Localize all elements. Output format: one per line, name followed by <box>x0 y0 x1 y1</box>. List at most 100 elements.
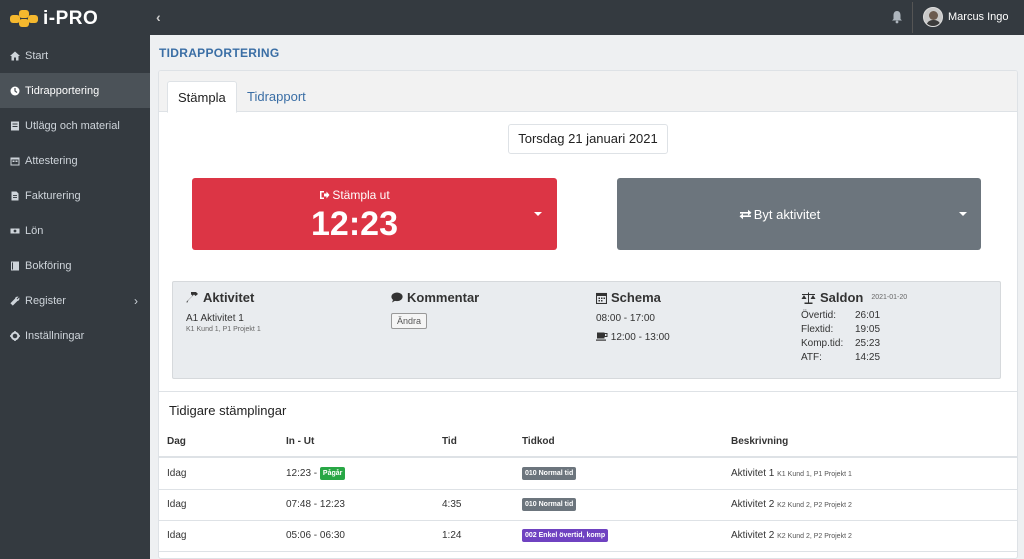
stamp-out-label: Stämpla ut <box>192 188 517 202</box>
column-header: Tid <box>442 436 457 447</box>
sidebar-item-tidrapportering[interactable]: Tidrapportering <box>0 73 150 108</box>
stamp-out-button[interactable]: Stämpla ut 12:23 <box>192 178 557 250</box>
balance-scale-icon <box>801 292 816 304</box>
cell-in-out: 05:06 - 06:30 <box>286 530 345 541</box>
divider <box>159 391 1017 392</box>
sidebar-item-label: Utlägg och material <box>25 119 120 132</box>
hammer-icon <box>186 292 198 303</box>
activity-section: Aktivitet A1 Aktivitet 1 K1 Kund 1, P1 P… <box>186 290 261 333</box>
schedule-break: 12:00 - 13:00 <box>596 332 670 343</box>
schedule-work-hours: 08:00 - 17:00 <box>596 313 655 324</box>
description-sub: K2 Kund 2, P2 Projekt 2 <box>777 533 852 540</box>
cell-day: Idag <box>167 468 187 479</box>
cell-timecode: 002 Enkel övertid, komp <box>522 521 609 551</box>
column-header: Tidkod <box>522 436 555 447</box>
timecode-badge: 010 Normal tid <box>522 497 577 511</box>
description-activity: Aktivitet 1 <box>731 468 775 479</box>
coffee-icon <box>596 332 608 341</box>
table-row[interactable]: Idag 07:48 - 12:23 4:35 010 Normal tid A… <box>159 490 1017 521</box>
sidebar-item-label: Tidrapportering <box>25 84 100 97</box>
date-display[interactable]: Torsdag 21 januari 2021 <box>508 124 668 154</box>
info-panel: Aktivitet A1 Aktivitet 1 K1 Kund 1, P1 P… <box>172 281 1001 379</box>
description-sub: K1 Kund 1, P1 Projekt 1 <box>777 471 852 478</box>
avatar[interactable] <box>923 7 943 27</box>
sidebar-item-bokforing[interactable]: Bokföring <box>0 248 150 283</box>
switch-activity-text: Byt aktivitet <box>753 207 821 222</box>
history-title: Tidigare stämplingar <box>169 403 287 418</box>
balance-row: Komp.tid: 25:23 <box>801 338 907 349</box>
chevron-right-icon: › <box>134 294 138 308</box>
sidebar-item-utlagg[interactable]: Utlägg och material <box>0 108 150 143</box>
sidebar-item-label: Inställningar <box>25 329 85 342</box>
comment-title: Kommentar <box>407 290 480 305</box>
balance-label: ATF: <box>801 352 822 363</box>
description-activity: Aktivitet 2 <box>731 499 775 510</box>
cell-in-out-text: 12:23 - <box>286 468 318 479</box>
sidebar-item-start[interactable]: Start <box>0 38 150 73</box>
sidebar-item-label: Fakturering <box>25 189 81 202</box>
cell-in-out: 12:23 - Pågår <box>286 459 346 489</box>
table-row[interactable]: Idag 05:06 - 06:30 1:24 002 Enkel överti… <box>159 521 1017 552</box>
sidebar-item-label: Lön <box>25 224 44 237</box>
money-icon <box>10 228 20 233</box>
caret-down-icon[interactable] <box>534 212 542 216</box>
balance-row: Flextid: 19:05 <box>801 324 907 335</box>
balance-value: 25:23 <box>855 338 881 349</box>
cell-time: 1:24 <box>442 530 462 541</box>
time-card: Stämpla Tidrapport Torsdag 21 januari 20… <box>158 70 1018 559</box>
edit-comment-button[interactable]: Ändra <box>391 313 428 329</box>
stamp-current-time: 12:23 <box>311 205 398 243</box>
calendar-icon <box>596 292 607 304</box>
table-header-row: Dag In - Ut Tid Tidkod Beskrivning <box>159 427 1017 458</box>
schedule-title: Schema <box>611 290 661 305</box>
cell-day: Idag <box>167 530 187 541</box>
tab-bar: Stämpla Tidrapport <box>159 71 1017 113</box>
balance-value: 19:05 <box>855 324 881 335</box>
schedule-section: Schema 08:00 - 17:00 12:00 - 13:00 <box>596 290 670 343</box>
activity-title: Aktivitet <box>203 290 255 305</box>
balance-label: Flextid: <box>801 324 834 335</box>
sidebar: Start Tidrapportering Utlägg och materia… <box>0 35 150 559</box>
home-icon <box>10 51 20 60</box>
wrench-icon <box>10 296 20 306</box>
app-logo[interactable]: i-PRO <box>10 8 98 30</box>
receipt-icon <box>11 121 19 130</box>
logo-hexagons-icon <box>10 10 40 28</box>
table-row[interactable]: Idag 12:23 - Pågår 010 Normal tid Aktivi… <box>159 459 1017 490</box>
sidebar-item-label: Attestering <box>25 154 78 167</box>
calendar-icon <box>10 157 20 165</box>
switch-activity-button[interactable]: Byt aktivitet <box>617 178 981 250</box>
switch-activity-label: Byt aktivitet <box>617 207 942 222</box>
cell-in-out: 07:48 - 12:23 <box>286 499 345 510</box>
sidebar-item-label: Bokföring <box>25 259 72 272</box>
file-icon <box>11 191 19 200</box>
balances-title: Saldon <box>820 290 864 305</box>
user-name[interactable]: Marcus Ingo <box>948 11 1009 23</box>
comment-section: Kommentar Ändra <box>391 290 479 329</box>
cell-timecode: 010 Normal tid <box>522 490 577 520</box>
sidebar-collapse-button[interactable]: ‹ <box>156 9 161 25</box>
sidebar-item-installningar[interactable]: Inställningar <box>0 318 150 353</box>
cell-time: 4:35 <box>442 499 462 510</box>
column-header: Beskrivning <box>731 436 789 447</box>
balance-value: 14:25 <box>855 352 881 363</box>
sidebar-item-register[interactable]: Register › <box>0 283 150 318</box>
tab-tidrapport[interactable]: Tidrapport <box>237 81 316 113</box>
balances-date: 2021-01-20 <box>871 294 908 301</box>
caret-down-icon[interactable] <box>959 212 967 216</box>
comment-icon <box>391 292 403 303</box>
sidebar-item-lon[interactable]: Lön <box>0 213 150 248</box>
app-name: i-PRO <box>43 8 99 29</box>
clock-icon <box>10 86 20 95</box>
balance-label: Komp.tid: <box>801 338 844 349</box>
bell-icon[interactable] <box>891 10 903 24</box>
cell-timecode: 010 Normal tid <box>522 459 577 489</box>
balances-section: Saldon 2021-01-20 Övertid: 26:01 Flextid:… <box>801 290 907 363</box>
tab-stampla[interactable]: Stämpla <box>167 81 237 113</box>
sidebar-item-attestering[interactable]: Attestering <box>0 143 150 178</box>
description-activity: Aktivitet 2 <box>731 530 775 541</box>
timecode-badge: 002 Enkel övertid, komp <box>522 528 609 542</box>
cell-description: Aktivitet 2 K2 Kund 2, P2 Projekt 2 <box>731 521 852 552</box>
sidebar-item-fakturering[interactable]: Fakturering <box>0 178 150 213</box>
activity-name: A1 Aktivitet 1 <box>186 313 244 324</box>
